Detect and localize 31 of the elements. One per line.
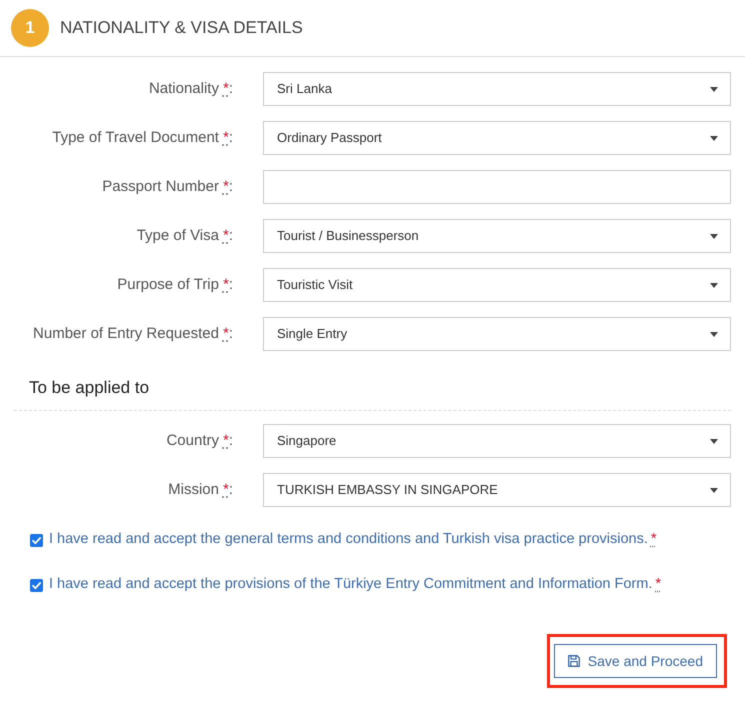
dropdown-field[interactable]: Single Entry	[263, 317, 731, 351]
caret-down-icon	[710, 136, 718, 140]
field-label: Country *:	[166, 430, 233, 451]
caret-down-icon	[710, 438, 718, 444]
caret-down-icon	[710, 332, 718, 336]
checkbox[interactable]	[30, 534, 43, 546]
dropdown-field[interactable]: Sri Lanka	[263, 72, 731, 106]
field-label: Nationality *:	[148, 78, 233, 99]
text-input-field[interactable]	[263, 170, 731, 204]
field-label: Type of Travel Document *:	[52, 128, 233, 148]
section-title: NATIONALITY & VISA DETAILS	[60, 17, 303, 40]
agreement-text[interactable]: I have read and accept the general terms and conditions and Turkish visa practice provisions. *	[49, 529, 657, 551]
checkbox[interactable]	[30, 578, 43, 592]
dropdown-field[interactable]: Ordinary Passport	[263, 121, 731, 155]
caret-down-icon	[710, 234, 718, 238]
section-heading: To be applied to	[29, 377, 150, 399]
save-and-proceed-button[interactable]: Save and Proceed	[554, 644, 717, 678]
step-number-badge: 1	[11, 9, 49, 47]
dropdown-field[interactable]: Tourist / Businessperson	[263, 219, 731, 253]
field-label: Mission *:	[168, 480, 233, 500]
field-label: Purpose of Trip *:	[117, 274, 233, 295]
caret-down-icon	[710, 282, 718, 288]
field-label: Passport Number *:	[102, 176, 233, 197]
dropdown-field[interactable]: Singapore	[263, 424, 731, 458]
field-label: Number of Entry Requested *:	[33, 324, 233, 344]
caret-down-icon	[710, 488, 718, 492]
caret-down-icon	[710, 86, 718, 92]
dropdown-field[interactable]: Touristic Visit	[263, 268, 731, 302]
agreement-text[interactable]: I have read and accept the provisions of the Türkiye Entry Commitment and Information Form. *	[49, 574, 662, 596]
field-label: Type of Visa *:	[136, 226, 233, 246]
dropdown-field[interactable]: TURKISH EMBASSY IN SINGAPORE	[263, 473, 731, 507]
